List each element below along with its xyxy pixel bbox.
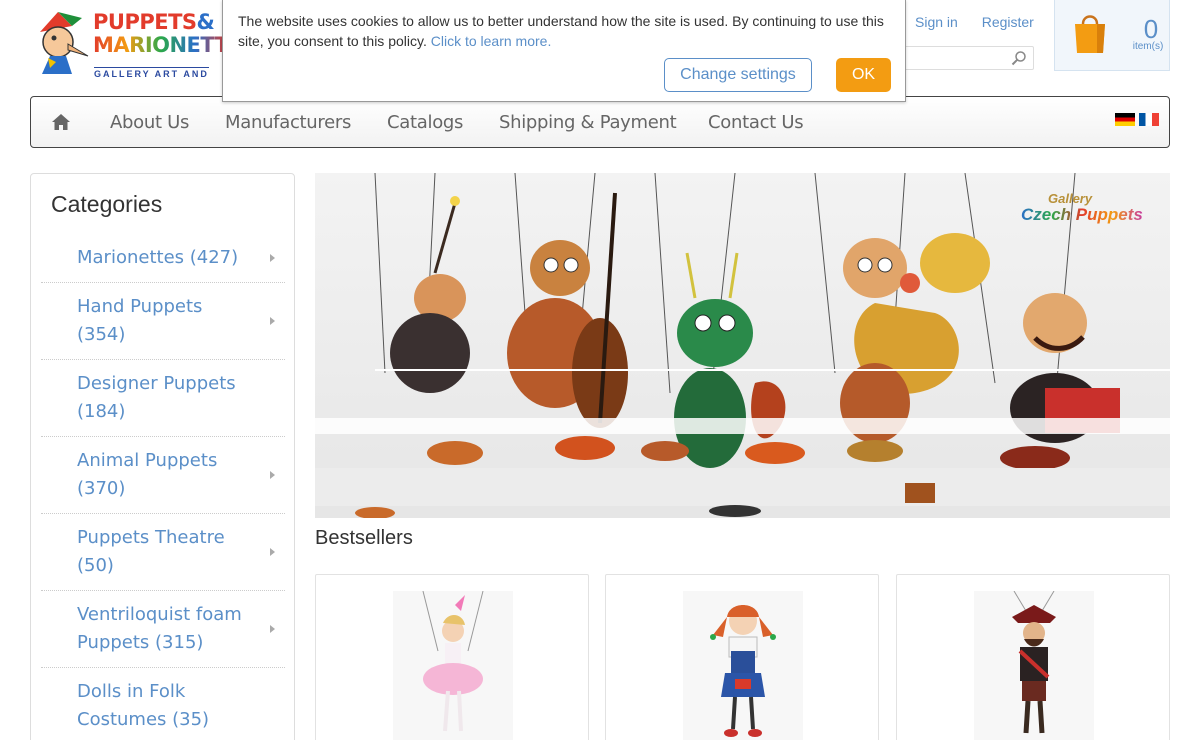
banner-logo-gallery: Gallery (1048, 191, 1093, 206)
banner-logo-czech-puppets: Czech Puppets (1021, 205, 1143, 224)
girl-pigtails-marionette-image[interactable] (683, 591, 803, 740)
caret-right-icon (270, 254, 275, 262)
categories-sidebar: Categories Marionettes (427) Hand Puppet… (30, 173, 295, 740)
category-label: Puppets Theatre (50) (77, 527, 225, 576)
logo-text-line1: PUPPETS& (93, 10, 215, 34)
category-label: Dolls in Folk Costumes (35) (77, 681, 210, 730)
category-item-puppets-theatre[interactable]: Puppets Theatre (50) (41, 514, 285, 591)
nav-catalogs[interactable]: Catalogs (387, 112, 463, 133)
logo-text-line2: MARIONETT (93, 33, 229, 57)
nav-shipping-payment[interactable]: Shipping & Payment (499, 112, 677, 133)
french-flag-icon[interactable] (1139, 113, 1159, 126)
german-flag-icon[interactable] (1115, 113, 1135, 126)
sign-in-link[interactable]: Sign in (915, 14, 958, 30)
account-links: Sign in Register (915, 14, 1054, 30)
cookie-ok-button[interactable]: OK (836, 58, 891, 92)
caret-right-icon (270, 625, 275, 633)
category-item-marionettes[interactable]: Marionettes (427) (41, 234, 285, 283)
pirate-marionette-image[interactable] (974, 591, 1094, 740)
category-label: Marionettes (427) (77, 247, 239, 268)
categories-list: Marionettes (427) Hand Puppets (354) Des… (41, 234, 285, 740)
hero-banner[interactable]: Gallery Czech Puppets (315, 173, 1170, 518)
cart-items-label: item(s) (1132, 41, 1164, 52)
search-icon[interactable] (1011, 50, 1027, 66)
category-item-ventriloquist-puppets[interactable]: Ventriloquist foam Puppets (315) (41, 591, 285, 668)
category-label: Animal Puppets (370) (77, 450, 218, 499)
cookie-message: The website uses cookies to allow us to … (238, 13, 884, 49)
shopping-cart[interactable]: 0 item(s) (1054, 0, 1170, 71)
cookie-banner: The website uses cookies to allow us to … (222, 0, 906, 102)
categories-title: Categories (51, 191, 163, 217)
product-card[interactable] (896, 574, 1170, 740)
logo-subtitle: GALLERY ART AND (94, 67, 209, 79)
pinocchio-logo-icon (40, 12, 89, 74)
register-link[interactable]: Register (982, 14, 1034, 30)
category-label: Hand Puppets (354) (77, 296, 203, 345)
change-settings-button[interactable]: Change settings (664, 58, 812, 92)
site-logo[interactable]: PUPPETS& MARIONETT GALLERY ART AND (30, 8, 230, 80)
category-label: Ventriloquist foam Puppets (315) (77, 604, 242, 653)
nav-manufacturers[interactable]: Manufacturers (225, 112, 351, 133)
category-item-hand-puppets[interactable]: Hand Puppets (354) (41, 283, 285, 360)
product-card[interactable] (315, 574, 589, 740)
nav-about-us[interactable]: About Us (110, 112, 189, 133)
caret-right-icon (270, 317, 275, 325)
cookie-learn-more-link[interactable]: Click to learn more. (431, 33, 552, 49)
shopping-bag-icon (1075, 15, 1105, 53)
category-item-animal-puppets[interactable]: Animal Puppets (370) (41, 437, 285, 514)
nav-contact-us[interactable]: Contact Us (708, 112, 804, 133)
caret-right-icon (270, 548, 275, 556)
bestsellers-heading: Bestsellers (315, 527, 413, 549)
product-card[interactable] (605, 574, 879, 740)
category-label: Designer Puppets (184) (77, 373, 236, 422)
home-icon[interactable] (51, 113, 71, 131)
main-navigation: About Us Manufacturers Catalogs Shipping… (30, 96, 1170, 148)
category-item-designer-puppets[interactable]: Designer Puppets (184) (41, 360, 285, 437)
search-input[interactable] (900, 46, 1034, 70)
category-item-folk-costume-dolls[interactable]: Dolls in Folk Costumes (35) (41, 668, 285, 740)
ballerina-marionette-image[interactable] (393, 591, 513, 740)
caret-right-icon (270, 471, 275, 479)
